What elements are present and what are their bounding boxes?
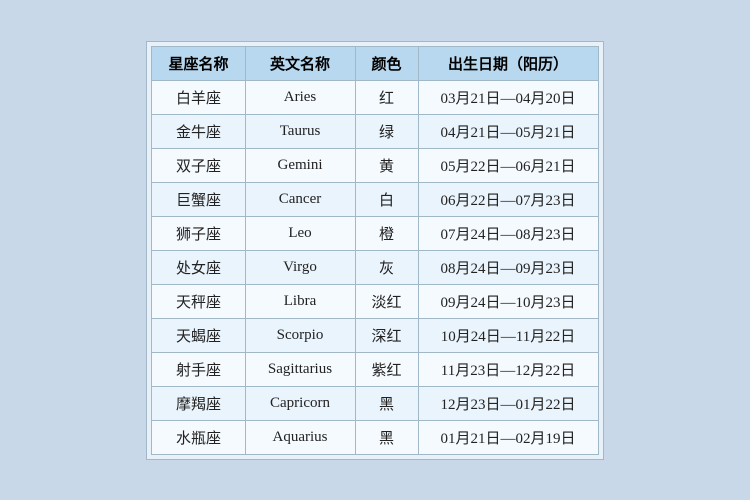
cell-cn: 摩羯座 [152,386,245,420]
header-date: 出生日期（阳历） [418,46,598,80]
cell-en: Leo [245,216,355,250]
cell-date: 12月23日—01月22日 [418,386,598,420]
cell-date: 05月22日—06月21日 [418,148,598,182]
header-color: 颜色 [355,46,418,80]
cell-cn: 天蝎座 [152,318,245,352]
table-row: 白羊座Aries红03月21日—04月20日 [152,80,598,114]
cell-color: 绿 [355,114,418,148]
cell-date: 10月24日—11月22日 [418,318,598,352]
zodiac-table: 星座名称 英文名称 颜色 出生日期（阳历） 白羊座Aries红03月21日—04… [151,46,598,455]
table-row: 处女座Virgo灰08月24日—09月23日 [152,250,598,284]
table-row: 天秤座Libra淡红09月24日—10月23日 [152,284,598,318]
cell-en: Taurus [245,114,355,148]
cell-cn: 射手座 [152,352,245,386]
cell-date: 11月23日—12月22日 [418,352,598,386]
table-row: 狮子座Leo橙07月24日—08月23日 [152,216,598,250]
table-row: 巨蟹座Cancer白06月22日—07月23日 [152,182,598,216]
cell-color: 深红 [355,318,418,352]
cell-cn: 天秤座 [152,284,245,318]
cell-cn: 水瓶座 [152,420,245,454]
cell-date: 04月21日—05月21日 [418,114,598,148]
cell-en: Aquarius [245,420,355,454]
cell-date: 01月21日—02月19日 [418,420,598,454]
table-row: 金牛座Taurus绿04月21日—05月21日 [152,114,598,148]
cell-en: Sagittarius [245,352,355,386]
cell-color: 红 [355,80,418,114]
zodiac-table-container: 星座名称 英文名称 颜色 出生日期（阳历） 白羊座Aries红03月21日—04… [146,41,603,460]
cell-color: 黑 [355,386,418,420]
table-header-row: 星座名称 英文名称 颜色 出生日期（阳历） [152,46,598,80]
cell-date: 08月24日—09月23日 [418,250,598,284]
cell-en: Virgo [245,250,355,284]
header-cn: 星座名称 [152,46,245,80]
table-row: 天蝎座Scorpio深红10月24日—11月22日 [152,318,598,352]
cell-en: Libra [245,284,355,318]
cell-color: 橙 [355,216,418,250]
cell-date: 09月24日—10月23日 [418,284,598,318]
cell-cn: 巨蟹座 [152,182,245,216]
table-row: 水瓶座Aquarius黑01月21日—02月19日 [152,420,598,454]
cell-en: Aries [245,80,355,114]
cell-cn: 双子座 [152,148,245,182]
cell-color: 黑 [355,420,418,454]
cell-en: Capricorn [245,386,355,420]
cell-en: Scorpio [245,318,355,352]
cell-color: 黄 [355,148,418,182]
cell-cn: 狮子座 [152,216,245,250]
table-row: 双子座Gemini黄05月22日—06月21日 [152,148,598,182]
table-row: 摩羯座Capricorn黑12月23日—01月22日 [152,386,598,420]
cell-date: 07月24日—08月23日 [418,216,598,250]
cell-cn: 处女座 [152,250,245,284]
cell-color: 紫红 [355,352,418,386]
cell-color: 灰 [355,250,418,284]
cell-en: Gemini [245,148,355,182]
header-en: 英文名称 [245,46,355,80]
cell-color: 淡红 [355,284,418,318]
cell-en: Cancer [245,182,355,216]
table-row: 射手座Sagittarius紫红11月23日—12月22日 [152,352,598,386]
cell-date: 06月22日—07月23日 [418,182,598,216]
cell-color: 白 [355,182,418,216]
cell-date: 03月21日—04月20日 [418,80,598,114]
cell-cn: 金牛座 [152,114,245,148]
cell-cn: 白羊座 [152,80,245,114]
